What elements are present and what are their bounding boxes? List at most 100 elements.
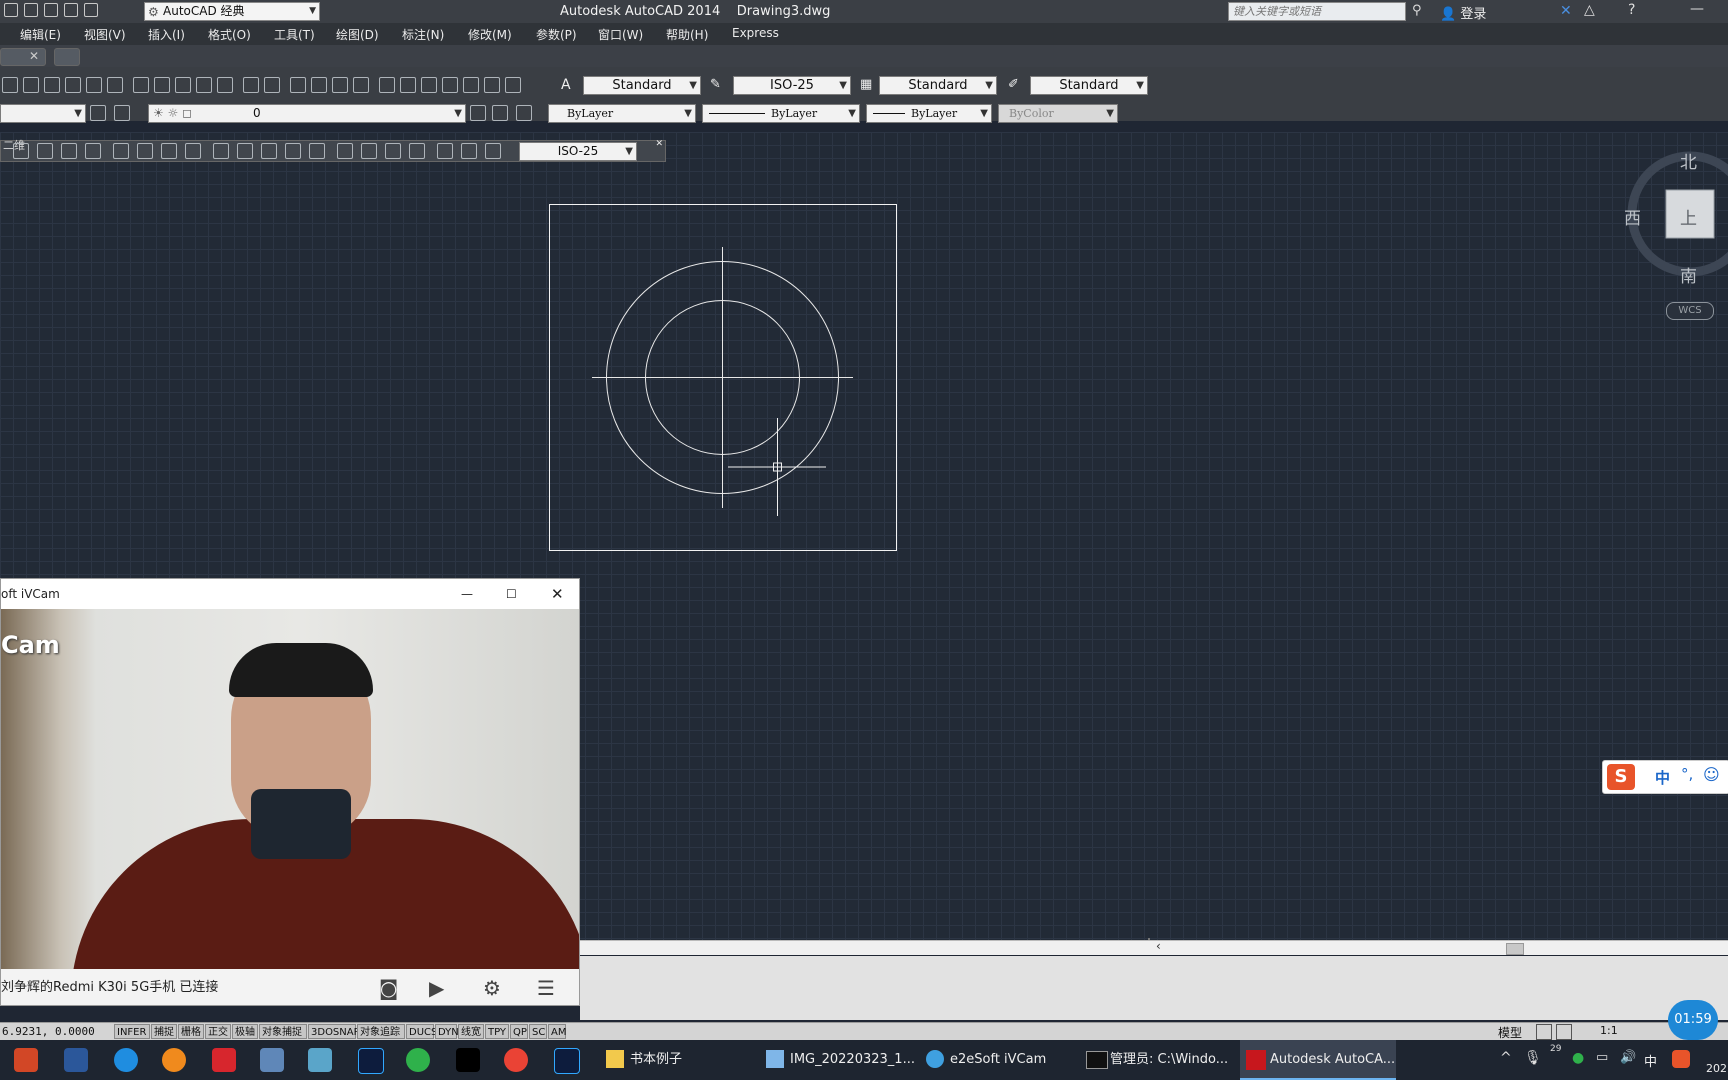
zoom-previous-icon[interactable] [353,77,369,93]
capcut-icon[interactable] [456,1048,480,1072]
arc-length-dim-icon[interactable] [61,143,77,159]
maximize-icon[interactable]: ☐ [506,579,517,609]
block-editor-icon[interactable] [217,77,233,93]
menu-modify[interactable]: 修改(M) [468,26,512,43]
aligned-dim-icon[interactable] [37,143,53,159]
task-ivcam[interactable]: e2eSoft iVCam [920,1040,1070,1080]
center-mark-icon[interactable] [361,143,377,159]
wechat-icon[interactable] [406,1048,430,1072]
search-input[interactable]: 键入关键字或短语 [1228,2,1406,21]
status-toggle[interactable]: 线宽 [458,1024,484,1039]
menu-insert[interactable]: 插入(I) [148,26,185,43]
menu-dimension[interactable]: 标注(N) [402,26,444,43]
match-properties-icon[interactable] [196,77,212,93]
notes-icon[interactable] [308,1048,332,1072]
quickcalc-icon[interactable] [484,77,500,93]
status-toggle[interactable]: INFER [114,1024,150,1039]
help-icon[interactable]: ? [1628,2,1635,18]
markup-icon[interactable] [463,77,479,93]
dim-toolbar-style-select[interactable]: ISO-25 ▼ [519,142,637,161]
zoom-window-icon[interactable] [332,77,348,93]
open-icon[interactable] [23,77,39,93]
layout2-icon[interactable] [1556,1024,1572,1040]
volume-icon[interactable]: 🔊 [1620,1050,1636,1065]
tool-palettes-icon[interactable] [421,77,437,93]
menu-edit[interactable]: 编辑(E) [20,26,61,43]
text-style-select[interactable]: Standard ▼ [583,76,701,95]
network-icon[interactable]: ▭ [1596,1050,1608,1065]
menu-draw[interactable]: 绘图(D) [336,26,379,43]
workspace-mini-select[interactable]: ▼ [0,104,86,123]
new-tab-button[interactable] [54,48,80,66]
sheet-set-icon[interactable] [442,77,458,93]
status-toggle[interactable]: 对象追踪 [357,1024,405,1039]
print-icon[interactable] [65,77,81,93]
sogou-tray-icon[interactable] [1672,1050,1690,1068]
tab-drawing3[interactable]: ✕ [0,48,46,66]
copy-icon[interactable] [154,77,170,93]
inspect-icon[interactable] [385,143,401,159]
properties-icon[interactable] [379,77,395,93]
video-record-icon[interactable]: ▶ [429,969,444,1005]
redo-icon[interactable] [264,77,280,93]
angular-dim-icon[interactable] [185,143,201,159]
ime-mode[interactable]: 中 [1655,767,1670,788]
workspace-select[interactable]: ⚙ AutoCAD 经典 ▼ [144,2,320,21]
lineweight-select[interactable]: ByLayer ▼ [866,104,992,123]
radius-dim-icon[interactable] [113,143,129,159]
quick-dim-icon[interactable] [213,143,229,159]
menu-express[interactable]: Express [732,26,779,40]
binoculars-icon[interactable]: ⚲ [1412,3,1422,18]
menu-help[interactable]: 帮助(H) [666,26,708,43]
status-toggle[interactable]: DYN [435,1024,459,1039]
new-icon[interactable] [2,77,18,93]
publish-icon[interactable] [107,77,123,93]
status-toggle[interactable]: DUCS [406,1024,437,1039]
minimize-icon[interactable]: — [461,579,473,609]
continue-dim-icon[interactable] [261,143,277,159]
cut-icon[interactable] [133,77,149,93]
design-center-icon[interactable] [400,77,416,93]
calculator-icon[interactable] [260,1048,284,1072]
minimize-icon[interactable]: — [1690,1,1704,17]
status-toggle[interactable]: 3DOSNAP [308,1024,360,1039]
save-icon[interactable] [24,3,38,17]
menu-window[interactable]: 窗口(W) [598,26,643,43]
status-toggle[interactable]: 正交 [205,1024,231,1039]
dim-update-icon[interactable] [485,143,501,159]
break-dim-icon[interactable] [309,143,325,159]
ime-indicator[interactable]: 中 [1644,1051,1657,1070]
annotation-scale[interactable]: 1:1 [1600,1024,1618,1037]
wcs-menu[interactable]: WCS [1666,302,1714,320]
make-current-layer-icon[interactable] [470,105,486,121]
table-style-select[interactable]: Standard ▼ [879,76,997,95]
status-toggle[interactable]: QP [510,1024,528,1039]
jogged-linear-icon[interactable] [409,143,425,159]
status-toggle[interactable]: AM [548,1024,566,1039]
model-space-button[interactable]: 模型 [1498,1024,1522,1041]
scroll-thumb[interactable] [1506,943,1524,955]
help-icon[interactable] [505,77,521,93]
status-toggle[interactable]: SC [529,1024,547,1039]
layer-properties-icon[interactable] [90,105,106,121]
menu-icon[interactable]: ☰ [537,969,555,1005]
layout-icon[interactable] [1536,1024,1552,1040]
app-icon[interactable] [4,3,18,17]
search-tool-icon[interactable] [162,1048,186,1072]
viewcube-west[interactable]: 西 [1624,204,1641,229]
scroll-left-icon[interactable]: ‹ [1156,939,1161,953]
close-icon[interactable]: ✕ [655,139,663,149]
menu-tools[interactable]: 工具(T) [274,26,315,43]
status-toggle[interactable]: TPY [485,1024,509,1039]
tolerance-icon[interactable] [337,143,353,159]
space-dim-icon[interactable] [285,143,301,159]
linear-dim-icon[interactable] [13,143,29,159]
layer-previous-icon[interactable] [492,105,508,121]
print-icon[interactable] [44,3,58,17]
diameter-dim-icon[interactable] [161,143,177,159]
task-image[interactable]: IMG_20220323_1... [760,1040,915,1080]
undo-icon[interactable] [243,77,259,93]
layer-state-icon[interactable] [114,105,130,121]
emoji-icon[interactable]: ☺ [1703,765,1720,784]
edge-icon[interactable] [114,1048,138,1072]
